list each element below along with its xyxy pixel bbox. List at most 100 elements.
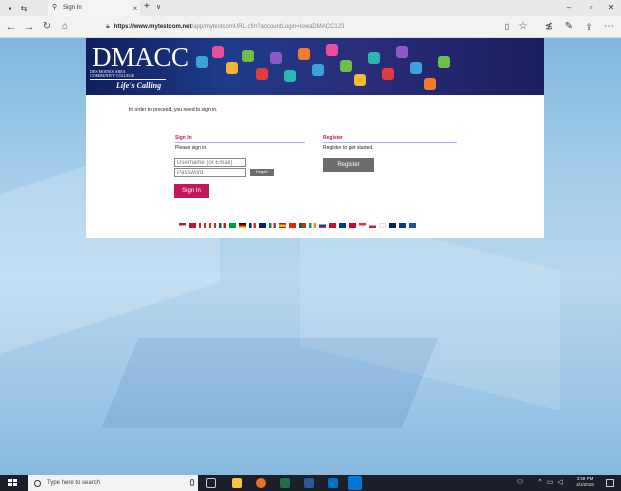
action-center-icon[interactable] [606, 479, 614, 487]
set-aside-tabs-icon[interactable]: ⇆ [18, 2, 30, 14]
language-flag-icon[interactable] [329, 223, 336, 228]
reading-view-icon[interactable]: ▯ [500, 21, 514, 33]
favorite-star-icon[interactable]: ☆ [516, 21, 530, 33]
language-flag-icon[interactable] [269, 223, 276, 228]
excel-icon[interactable] [280, 478, 290, 488]
page-background: DMACC DES MOINES AREA COMMUNITY COLLEGE … [0, 38, 621, 475]
minimize-button[interactable]: – [562, 2, 576, 14]
taskbar-search-box[interactable]: Type here to search [28, 475, 198, 491]
username-input[interactable] [174, 158, 246, 167]
language-flag-icon[interactable] [239, 223, 246, 228]
language-flag-icon[interactable] [249, 223, 256, 228]
background-shard [101, 338, 439, 428]
close-window-button[interactable]: ✕ [604, 2, 618, 14]
register-heading: Register [323, 135, 344, 141]
tab-title: Sign In [63, 5, 82, 11]
login-card: DMACC DES MOINES AREA COMMUNITY COLLEGE … [86, 38, 544, 238]
chrome-icon[interactable] [256, 478, 266, 488]
file-explorer-icon[interactable] [232, 478, 242, 488]
dmacc-banner: DMACC DES MOINES AREA COMMUNITY COLLEGE … [86, 38, 544, 95]
app-tile-graphic [340, 60, 352, 72]
app-tile-graphic [212, 46, 224, 58]
browser-nav-bar: ← → ↻ ⌂ 🔒︎ https://www.mytestcom.net/app… [0, 16, 621, 38]
browser-title-bar: ▪ ⇆ ⚲ Sign In × + ∨ – ▫ ✕ [0, 0, 621, 16]
app-tile-graphic [354, 74, 366, 86]
favorites-hub-icon[interactable]: ≴ [542, 21, 556, 33]
sign-in-prompt: Please sign in. [175, 145, 208, 151]
app-tile-graphic [242, 50, 254, 62]
language-flag-icon[interactable] [219, 223, 226, 228]
home-icon[interactable]: ⌂ [58, 21, 72, 33]
tab-sign-in[interactable]: ⚲ Sign In × [48, 0, 140, 16]
college-name-line2: COMMUNITY COLLEGE [90, 73, 135, 78]
tab-list-icon[interactable]: ∨ [156, 3, 161, 11]
task-view-icon[interactable] [206, 478, 216, 488]
forgot-password-button[interactable]: Forgot? [250, 169, 274, 176]
language-flag-icon[interactable] [379, 223, 386, 228]
language-flag-icon[interactable] [409, 223, 416, 228]
edge-icon[interactable] [348, 476, 362, 490]
new-tab-button[interactable]: + [144, 1, 150, 12]
language-flag-icon[interactable] [259, 223, 266, 228]
windows-start-icon[interactable] [8, 479, 18, 487]
register-divider [323, 142, 457, 143]
word-icon[interactable] [304, 478, 314, 488]
url-path: /app/mytestcomURL.cfm?accountLogin=IowaD… [191, 24, 345, 30]
sign-in-instructions: In order to proceed, you need to sign in… [129, 107, 218, 113]
language-flag-icon[interactable] [309, 223, 316, 228]
language-flag-icon[interactable] [179, 223, 186, 228]
volume-icon[interactable]: ◁ [556, 479, 564, 487]
app-tile-graphic [226, 62, 238, 74]
people-icon[interactable]: ⚇ [516, 479, 524, 487]
more-menu-icon[interactable]: ⋯ [602, 21, 616, 33]
sign-in-button[interactable]: Sign In [174, 184, 209, 198]
show-hidden-icons-chevron-icon[interactable]: ^ [536, 479, 544, 487]
clock-date: 4/1/2019 [576, 482, 594, 487]
maximize-button[interactable]: ▫ [584, 2, 598, 14]
lock-icon: 🔒︎ [106, 23, 110, 30]
language-flag-icon[interactable] [199, 223, 206, 228]
refresh-icon[interactable]: ↻ [40, 21, 54, 33]
logo-tagline: Life's Calling [116, 81, 162, 90]
notes-pen-icon[interactable]: ✎ [562, 21, 576, 33]
language-flag-icon[interactable] [359, 223, 366, 228]
windows-taskbar: Type here to search ⚇ ^ ▭ ◁ 3:58 PM 4/1/… [0, 475, 621, 491]
microphone-icon[interactable] [190, 479, 194, 486]
app-tile-graphic [312, 64, 324, 76]
app-tile-graphic [424, 78, 436, 90]
language-flag-icon[interactable] [399, 223, 406, 228]
app-tile-graphic [256, 68, 268, 80]
outlook-icon[interactable] [328, 478, 338, 488]
app-tile-graphic [438, 56, 450, 68]
back-arrow-icon[interactable]: ← [4, 21, 18, 33]
network-icon[interactable]: ▭ [546, 479, 554, 487]
language-flag-icon[interactable] [349, 223, 356, 228]
language-flag-icon[interactable] [189, 223, 196, 228]
app-tile-graphic [284, 70, 296, 82]
language-flag-icon[interactable] [299, 223, 306, 228]
register-prompt: Register to get started. [323, 145, 374, 151]
language-flag-icon[interactable] [209, 223, 216, 228]
language-flag-icon[interactable] [339, 223, 346, 228]
forward-arrow-icon[interactable]: → [22, 21, 36, 33]
address-bar[interactable]: 🔒︎ https://www.mytestcom.net/app/mytestc… [106, 20, 486, 34]
url-host: https://www.mytestcom.net [113, 24, 192, 30]
share-icon[interactable]: ⇪ [582, 21, 596, 33]
language-flag-icon[interactable] [319, 223, 326, 228]
url-text: https://www.mytestcom.net/app/mytestcomU… [114, 24, 345, 30]
logo-divider [90, 79, 166, 80]
language-flag-icon[interactable] [279, 223, 286, 228]
app-tile-graphic [196, 56, 208, 68]
language-flag-icon[interactable] [389, 223, 396, 228]
tab-preview-icon[interactable]: ▪ [4, 2, 16, 14]
register-button[interactable]: Register [323, 158, 374, 172]
password-input[interactable] [174, 168, 246, 177]
app-tile-graphic [326, 44, 338, 56]
language-flag-icon[interactable] [369, 223, 376, 228]
tab-close-icon[interactable]: × [130, 4, 140, 13]
language-flag-icon[interactable] [289, 223, 296, 228]
language-flags [179, 223, 459, 229]
language-flag-icon[interactable] [229, 223, 236, 228]
app-tile-graphic [410, 62, 422, 74]
taskbar-clock[interactable]: 3:58 PM 4/1/2019 [570, 476, 600, 488]
